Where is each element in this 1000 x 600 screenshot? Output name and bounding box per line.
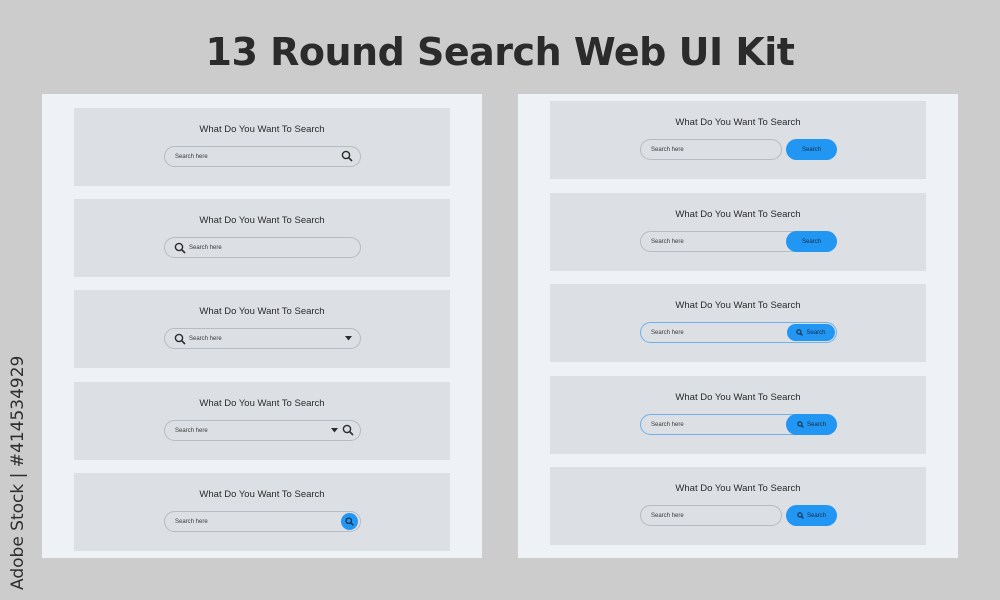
- search-placeholder: Search here: [651, 421, 684, 428]
- search-placeholder: Search here: [175, 153, 208, 160]
- search-card-3: What Do You Want To Search Search here: [74, 290, 450, 368]
- search-icon[interactable]: [174, 242, 186, 254]
- search-button[interactable]: Search: [786, 231, 837, 252]
- search-input[interactable]: Search here: [164, 420, 361, 441]
- search-card-10: What Do You Want To Search Search here S…: [550, 467, 926, 545]
- search-input[interactable]: Search here: [164, 511, 361, 532]
- search-input[interactable]: Search here: [164, 328, 361, 349]
- card-title: What Do You Want To Search: [675, 392, 801, 403]
- search-button[interactable]: Search: [786, 414, 837, 435]
- card-title: What Do You Want To Search: [675, 117, 801, 128]
- search-icon[interactable]: [174, 333, 186, 345]
- search-placeholder: Search here: [651, 512, 684, 519]
- search-input[interactable]: Search here: [164, 237, 361, 258]
- search-button-label: Search: [801, 238, 821, 245]
- search-button[interactable]: [341, 513, 358, 530]
- search-button[interactable]: Search: [786, 139, 837, 160]
- search-icon[interactable]: [341, 150, 353, 162]
- card-title: What Do You Want To Search: [675, 483, 801, 494]
- card-title: What Do You Want To Search: [675, 209, 801, 220]
- search-button-label: Search: [806, 421, 826, 428]
- card-title: What Do You Want To Search: [199, 489, 325, 500]
- dropdown-caret-icon[interactable]: [345, 336, 352, 341]
- search-button-label: Search: [806, 512, 826, 519]
- search-placeholder: Search here: [189, 335, 222, 342]
- search-placeholder: Search here: [175, 518, 208, 525]
- search-placeholder: Search here: [651, 238, 684, 245]
- search-input[interactable]: Search here: [640, 505, 782, 526]
- card-title: What Do You Want To Search: [199, 306, 325, 317]
- search-card-7: What Do You Want To Search Search here S…: [550, 193, 926, 271]
- card-title: What Do You Want To Search: [199, 398, 325, 409]
- search-placeholder: Search here: [651, 329, 684, 336]
- card-title: What Do You Want To Search: [199, 124, 325, 135]
- search-placeholder: Search here: [189, 244, 222, 251]
- search-card-5: What Do You Want To Search Search here: [74, 473, 450, 551]
- card-title: What Do You Want To Search: [675, 300, 801, 311]
- left-panel: What Do You Want To Search Search here W…: [42, 94, 482, 558]
- search-icon: [797, 512, 804, 519]
- search-button-label: Search: [801, 146, 821, 153]
- search-button[interactable]: Search: [787, 324, 835, 341]
- search-icon: [797, 421, 804, 428]
- search-card-1: What Do You Want To Search Search here: [74, 108, 450, 186]
- dropdown-caret-icon[interactable]: [331, 428, 338, 433]
- search-icon: [345, 517, 354, 526]
- search-placeholder: Search here: [175, 427, 208, 434]
- search-card-9: What Do You Want To Search Search here S…: [550, 376, 926, 454]
- stock-id-label: Adobe Stock | #414534929: [8, 355, 28, 590]
- search-icon[interactable]: [342, 424, 354, 436]
- search-button-label: Search: [806, 329, 826, 336]
- search-card-4: What Do You Want To Search Search here: [74, 382, 450, 460]
- search-card-8: What Do You Want To Search Search here S…: [550, 284, 926, 362]
- search-input[interactable]: Search here: [640, 139, 782, 160]
- search-input[interactable]: Search here: [164, 146, 361, 167]
- search-card-2: What Do You Want To Search Search here: [74, 199, 450, 277]
- search-button[interactable]: Search: [786, 505, 837, 526]
- search-placeholder: Search here: [651, 146, 684, 153]
- card-title: What Do You Want To Search: [199, 215, 325, 226]
- search-icon: [796, 329, 804, 336]
- page-title: 13 Round Search Web UI Kit: [205, 30, 795, 74]
- right-panel: What Do You Want To Search Search here S…: [518, 94, 958, 558]
- search-card-6: What Do You Want To Search Search here S…: [550, 101, 926, 179]
